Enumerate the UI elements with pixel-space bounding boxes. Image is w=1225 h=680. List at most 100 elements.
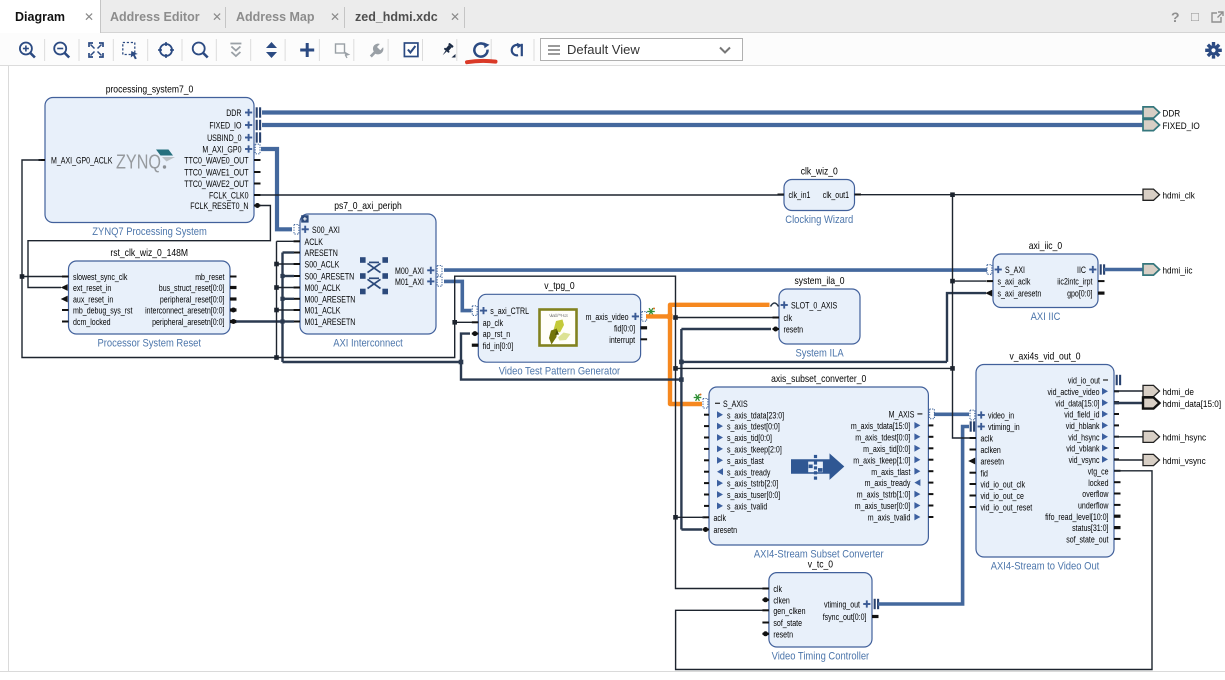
svg-text:resetn: resetn: [784, 325, 804, 335]
svg-text:AXI Interconnect: AXI Interconnect: [333, 338, 403, 350]
svg-text:SLOT_0_AXIS: SLOT_0_AXIS: [791, 301, 837, 311]
svg-text:underflow: underflow: [1078, 501, 1109, 511]
svg-text:iic2intc_irpt: iic2intc_irpt: [1057, 277, 1093, 287]
svg-text:fid[0:0]: fid[0:0]: [614, 323, 635, 333]
svg-text:USBIND_0: USBIND_0: [207, 133, 241, 143]
svg-text:v_axi4s_vid_out_0: v_axi4s_vid_out_0: [1010, 351, 1081, 362]
svg-text:m_axis_tkeep[1:0]: m_axis_tkeep[1:0]: [853, 455, 910, 465]
svg-text:M00_ARESETN: M00_ARESETN: [305, 294, 356, 304]
svg-text:ZYNQ7 Processing System: ZYNQ7 Processing System: [92, 226, 207, 238]
svg-text:fifo_read_level[10:0]: fifo_read_level[10:0]: [1045, 512, 1108, 522]
svg-text:overflow: overflow: [1082, 489, 1109, 499]
svg-text:m_axis_tid[0:0]: m_axis_tid[0:0]: [863, 444, 910, 454]
svg-text:status[31:0]: status[31:0]: [1072, 523, 1108, 533]
svg-text:S00_ACLK: S00_ACLK: [305, 260, 340, 270]
svg-text:s_axis_tdest[0:0]: s_axis_tdest[0:0]: [727, 422, 780, 432]
svg-text:s_axis_tstrb[2:0]: s_axis_tstrb[2:0]: [727, 479, 778, 489]
svg-text:FCLK_RESET0_N: FCLK_RESET0_N: [190, 201, 248, 211]
svg-text:slowest_sync_clk: slowest_sync_clk: [73, 272, 128, 282]
svg-text:clk_in1: clk_in1: [789, 190, 811, 200]
svg-text:clk_out1: clk_out1: [823, 190, 849, 200]
svg-text:locked: locked: [1088, 478, 1108, 488]
svg-text:Vivado™ HLS: Vivado™ HLS: [549, 313, 568, 318]
svg-text:DDR: DDR: [1163, 107, 1181, 118]
svg-text:DDR: DDR: [226, 108, 241, 118]
svg-text:vid_io_out_clk: vid_io_out_clk: [981, 480, 1026, 490]
svg-text:interrupt: interrupt: [609, 335, 635, 345]
svg-text:v_tc_0: v_tc_0: [808, 559, 833, 570]
svg-text:M_AXIS: M_AXIS: [889, 410, 915, 420]
svg-text:s_axis_tuser[0:0]: s_axis_tuser[0:0]: [727, 490, 780, 500]
svg-text:video_in: video_in: [988, 411, 1014, 421]
svg-text:m_axis_tdata[15:0]: m_axis_tdata[15:0]: [851, 421, 911, 431]
svg-text:fid_in[0:0]: fid_in[0:0]: [483, 341, 514, 351]
svg-text:s_axis_tready: s_axis_tready: [727, 467, 771, 477]
svg-text:sof_state_out: sof_state_out: [1066, 535, 1109, 545]
svg-text:ARESETN: ARESETN: [305, 248, 338, 258]
svg-text:s_axis_tvalid: s_axis_tvalid: [727, 502, 767, 512]
svg-text:FIXED_IO: FIXED_IO: [209, 121, 241, 131]
svg-text:TTC0_WAVE0_OUT: TTC0_WAVE0_OUT: [184, 156, 249, 166]
svg-text:m_axis_tuser[0:0]: m_axis_tuser[0:0]: [855, 501, 911, 511]
svg-text:S00_ARESETN: S00_ARESETN: [305, 272, 355, 282]
svg-text:vid_vsync: vid_vsync: [1069, 455, 1100, 465]
svg-text:Processor System Reset: Processor System Reset: [98, 338, 202, 350]
svg-text:vid_field_id: vid_field_id: [1064, 410, 1099, 420]
svg-text:ap_rst_n: ap_rst_n: [483, 329, 510, 339]
svg-text:s_axis_tlast: s_axis_tlast: [727, 456, 764, 466]
svg-text:s_axi_CTRL: s_axi_CTRL: [490, 306, 529, 316]
svg-text:AXI IIC: AXI IIC: [1031, 311, 1061, 323]
svg-text:M_AXI_GP0: M_AXI_GP0: [202, 145, 241, 155]
svg-text:ap_clk: ap_clk: [483, 318, 504, 328]
svg-text:clk_wiz_0: clk_wiz_0: [801, 166, 838, 177]
svg-text:vid_hsync: vid_hsync: [1068, 432, 1100, 442]
svg-text:vid_active_video: vid_active_video: [1048, 387, 1100, 397]
svg-text:hdmi_hsync: hdmi_hsync: [1163, 432, 1207, 443]
svg-text:System ILA: System ILA: [796, 348, 845, 360]
svg-text:vtiming_in: vtiming_in: [988, 422, 1020, 432]
svg-text:hdmi_clk: hdmi_clk: [1163, 190, 1196, 201]
svg-text:peripheral_aresetn[0:0]: peripheral_aresetn[0:0]: [152, 317, 224, 327]
svg-text:vid_io_out_reset: vid_io_out_reset: [981, 503, 1033, 513]
svg-text:vid_io_out_ce: vid_io_out_ce: [981, 491, 1024, 501]
svg-text:peripheral_reset[0:0]: peripheral_reset[0:0]: [160, 295, 225, 305]
svg-text:vid_data[15:0]: vid_data[15:0]: [1055, 398, 1099, 408]
svg-text:processing_system7_0: processing_system7_0: [106, 84, 194, 95]
svg-text:hdmi_iic: hdmi_iic: [1163, 264, 1193, 275]
svg-text:system_ila_0: system_ila_0: [795, 276, 845, 287]
svg-text:Video Test Pattern Generator: Video Test Pattern Generator: [499, 366, 621, 378]
svg-text:vtg_ce: vtg_ce: [1088, 466, 1109, 476]
svg-text:M01_ARESETN: M01_ARESETN: [305, 317, 356, 327]
svg-text:TTC0_WAVE2_OUT: TTC0_WAVE2_OUT: [184, 179, 249, 189]
svg-text:fsync_out[0:0]: fsync_out[0:0]: [823, 612, 867, 622]
svg-text:FCLK_CLK0: FCLK_CLK0: [209, 191, 249, 201]
svg-text:mb_debug_sys_rst: mb_debug_sys_rst: [73, 306, 133, 316]
svg-text:ps7_0_axi_periph: ps7_0_axi_periph: [334, 201, 402, 212]
svg-text:m_axis_tlast: m_axis_tlast: [871, 467, 911, 477]
svg-text:vtiming_out: vtiming_out: [824, 600, 860, 610]
svg-text:aresetn: aresetn: [714, 525, 738, 535]
svg-text:Clocking Wizard: Clocking Wizard: [785, 214, 853, 226]
svg-text:gpo[0:0]: gpo[0:0]: [1067, 289, 1092, 299]
svg-text:s_axis_tid[0:0]: s_axis_tid[0:0]: [727, 433, 772, 443]
svg-text:bus_struct_reset[0:0]: bus_struct_reset[0:0]: [159, 283, 225, 293]
svg-text:axi_iic_0: axi_iic_0: [1029, 241, 1063, 252]
svg-text:fid: fid: [981, 468, 988, 478]
svg-text:ZYNQ: ZYNQ: [116, 151, 161, 174]
svg-text:v_tpg_0: v_tpg_0: [544, 281, 575, 292]
svg-text:aux_reset_in: aux_reset_in: [73, 295, 113, 305]
svg-text:vid_io_out: vid_io_out: [1068, 376, 1101, 386]
svg-text:s_axis_tkeep[2:0]: s_axis_tkeep[2:0]: [727, 445, 782, 455]
svg-text:M00_AXI: M00_AXI: [395, 266, 424, 276]
svg-text:m_axis_tdest[0:0]: m_axis_tdest[0:0]: [855, 432, 910, 442]
svg-text:M00_ACLK: M00_ACLK: [305, 283, 341, 293]
svg-text:aclk: aclk: [981, 434, 994, 444]
svg-text:interconnect_aresetn[0:0]: interconnect_aresetn[0:0]: [145, 306, 224, 316]
svg-text:sof_state: sof_state: [773, 618, 802, 628]
svg-text:dcm_locked: dcm_locked: [73, 317, 111, 327]
svg-text:M01_ACLK: M01_ACLK: [305, 306, 341, 316]
svg-text:M01_AXI: M01_AXI: [395, 277, 424, 287]
svg-text:ACLK: ACLK: [305, 237, 324, 247]
svg-text:m_axis_tvalid: m_axis_tvalid: [868, 513, 911, 523]
svg-text:s_axi_aclk: s_axi_aclk: [998, 277, 1031, 287]
